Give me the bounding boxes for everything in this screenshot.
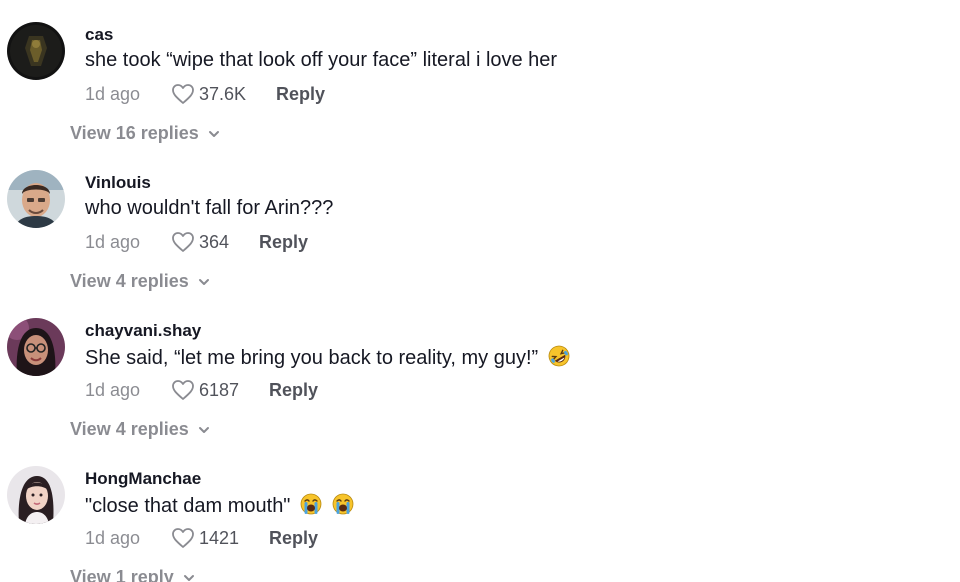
comment-item: chayvani.shay She said, “let me bring yo… bbox=[0, 296, 960, 444]
view-replies-label: View 4 replies bbox=[70, 419, 189, 439]
comment-list: cas she took “wipe that look off your fa… bbox=[0, 0, 960, 582]
comment-time: 1d ago bbox=[85, 231, 141, 252]
view-replies-button[interactable]: View 1 reply bbox=[70, 567, 196, 582]
comment-item: Vinlouis who wouldn't fall for Arin??? 1… bbox=[0, 148, 960, 296]
comment-username[interactable]: cas bbox=[85, 25, 113, 45]
view-replies-button[interactable]: View 4 replies bbox=[70, 271, 211, 292]
chevron-down-icon bbox=[183, 574, 194, 581]
comment-text: who wouldn't fall for Arin??? bbox=[85, 197, 333, 220]
woman-glasses-avatar-image bbox=[7, 318, 65, 376]
comment-username[interactable]: HongManchae bbox=[85, 469, 201, 489]
man-photo-avatar-image bbox=[7, 170, 65, 228]
comment-item: cas she took “wipe that look off your fa… bbox=[0, 0, 960, 148]
comment-text: "close that dam mouth" bbox=[85, 493, 354, 518]
avatar[interactable] bbox=[7, 466, 65, 524]
reply-button[interactable]: Reply bbox=[259, 232, 308, 253]
avatar[interactable] bbox=[7, 22, 65, 80]
comment-username[interactable]: Vinlouis bbox=[85, 173, 151, 193]
reply-button[interactable]: Reply bbox=[269, 380, 318, 401]
avatar[interactable] bbox=[7, 318, 65, 376]
like-button[interactable]: 1421 bbox=[171, 527, 239, 549]
reply-button[interactable]: Reply bbox=[276, 84, 325, 105]
heart-outline-icon bbox=[172, 380, 194, 400]
chevron-down-icon bbox=[198, 278, 209, 285]
comment-text: she took “wipe that look off your face” … bbox=[85, 49, 557, 72]
heart-outline-icon bbox=[172, 528, 194, 548]
woman-portrait-avatar-image bbox=[7, 466, 65, 524]
chevron-down-icon bbox=[198, 426, 209, 433]
like-button[interactable]: 6187 bbox=[171, 379, 239, 401]
chevron-down-icon bbox=[208, 130, 219, 137]
dark-figure-avatar-image bbox=[7, 22, 65, 80]
comment-time: 1d ago bbox=[85, 379, 141, 400]
comment-item: HongManchae "close that dam mouth" 1d ag… bbox=[0, 444, 960, 582]
comment-text-body: She said, “let me bring you back to real… bbox=[85, 347, 539, 369]
view-replies-label: View 1 reply bbox=[70, 567, 174, 582]
view-replies-button[interactable]: View 16 replies bbox=[70, 123, 221, 144]
comment-meta: 1d ago 1421 Reply bbox=[85, 526, 318, 550]
comment-meta: 1d ago 37.6K Reply bbox=[85, 82, 325, 106]
heart-outline-icon bbox=[172, 84, 194, 104]
like-count: 6187 bbox=[199, 379, 240, 400]
like-button[interactable]: 364 bbox=[171, 231, 229, 253]
rolling-on-floor-laughing-emoji-icon bbox=[548, 345, 570, 367]
comment-time: 1d ago bbox=[85, 83, 141, 104]
view-replies-button[interactable]: View 4 replies bbox=[70, 419, 211, 440]
comment-text-body: who wouldn't fall for Arin??? bbox=[85, 197, 334, 219]
comment-text-body: "close that dam mouth" bbox=[85, 495, 291, 517]
heart-outline-icon bbox=[172, 232, 194, 252]
comment-username[interactable]: chayvani.shay bbox=[85, 321, 201, 341]
like-button[interactable]: 37.6K bbox=[171, 83, 246, 105]
reply-button[interactable]: Reply bbox=[269, 528, 318, 549]
avatar[interactable] bbox=[7, 170, 65, 228]
loudly-crying-face-emoji-icon bbox=[332, 493, 353, 515]
comment-meta: 1d ago 6187 Reply bbox=[85, 378, 318, 402]
like-count: 1421 bbox=[199, 527, 240, 548]
view-replies-label: View 4 replies bbox=[70, 271, 189, 291]
view-replies-label: View 16 replies bbox=[70, 123, 199, 143]
comment-time: 1d ago bbox=[85, 527, 141, 548]
comment-text-body: she took “wipe that look off your face” … bbox=[85, 49, 558, 71]
like-count: 37.6K bbox=[199, 83, 247, 104]
comment-text: She said, “let me bring you back to real… bbox=[85, 345, 570, 370]
loudly-crying-face-emoji-icon bbox=[300, 493, 322, 515]
comment-meta: 1d ago 364 Reply bbox=[85, 230, 308, 254]
like-count: 364 bbox=[199, 231, 230, 252]
